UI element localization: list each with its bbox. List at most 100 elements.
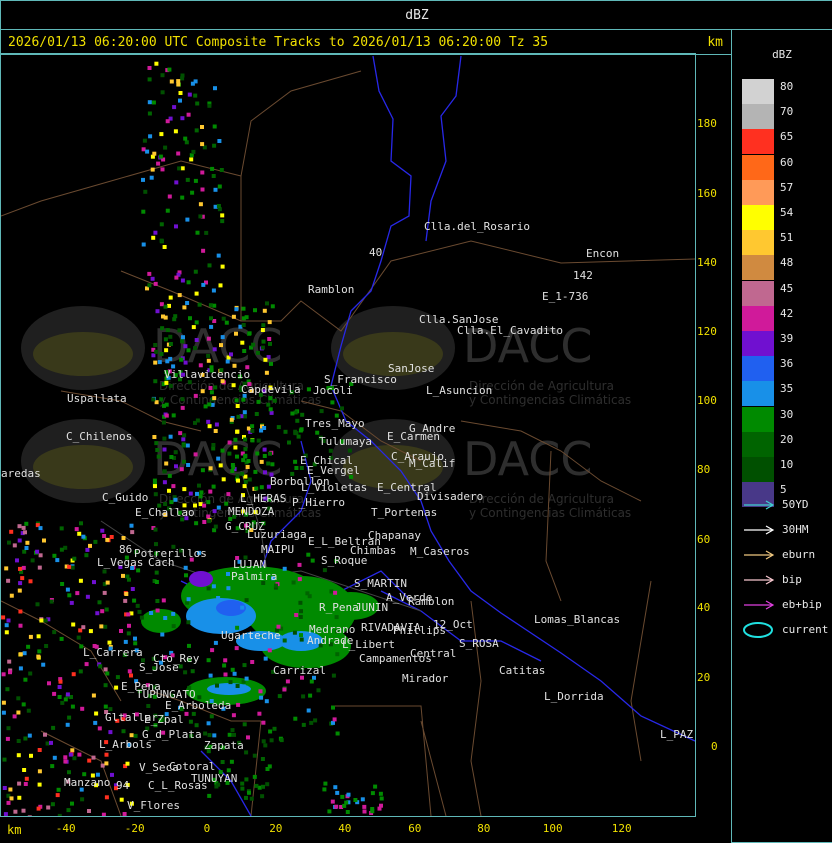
- place-label: E_1-736: [542, 290, 588, 303]
- map-header: 2026/01/13 06:20:00 UTC Composite Tracks…: [0, 29, 732, 55]
- place-label: Ugarteche: [221, 629, 281, 642]
- track-arrow-icon: [744, 500, 775, 510]
- legend-level-label: 39: [780, 332, 794, 345]
- place-label: E_Zpal: [144, 713, 184, 726]
- legend-swatch: [742, 154, 774, 180]
- legend-swatch: [742, 381, 774, 407]
- place-label: M_Calif: [409, 457, 455, 470]
- legend-level-label: 42: [780, 306, 794, 320]
- y-tick-label: 20: [697, 671, 711, 684]
- place-label: C_Chilenos: [66, 430, 132, 443]
- legend-swatch: [742, 305, 774, 331]
- place-label: Central: [410, 647, 456, 660]
- place-label: L_Libert: [342, 638, 395, 651]
- place-label: E_Challao: [135, 506, 195, 519]
- legend-level-label: 36: [780, 357, 794, 371]
- radar-map[interactable]: DACC Dirección de Agricultura y Contingenc…: [0, 53, 696, 817]
- place-label: V_Flores: [127, 799, 180, 812]
- place-label: E_Arboleda: [165, 699, 231, 712]
- legend-level-label: 10: [780, 458, 794, 471]
- place-label: E_Carmen: [387, 430, 440, 443]
- place-label: L_Dorrida: [544, 690, 604, 703]
- place-label: Uspallata: [67, 392, 127, 405]
- y-tick-label: 180: [697, 117, 717, 130]
- track-arrow-icon: [744, 600, 775, 610]
- legend-track-label: bip: [782, 573, 802, 586]
- track-arrow-icon: [744, 550, 775, 560]
- place-label: P_Hierro: [292, 496, 345, 509]
- place-label: Palmira: [231, 570, 277, 583]
- place-label: Capdevila: [241, 383, 301, 396]
- y-tick-label: 80: [697, 463, 711, 476]
- place-label: L_Vegas: [97, 556, 143, 569]
- track-arrow-icon: [744, 575, 775, 585]
- watermark-line2: y Contingencias Climáticas: [469, 393, 631, 407]
- legend-swatch: [742, 129, 774, 155]
- legend-swatch: [742, 179, 774, 205]
- place-label: Lomas_Blancas: [534, 613, 620, 626]
- place-label: L_Violetas: [301, 481, 367, 494]
- legend-swatch: [742, 79, 774, 104]
- legend-track-label: eburn: [782, 548, 816, 561]
- place-label: T_Portenas: [371, 506, 437, 519]
- place-label: L_Carrera: [83, 646, 143, 659]
- top-title-bar: dBZ: [0, 0, 832, 30]
- place-label: C_L_Rosas: [148, 779, 208, 792]
- place-label: Zapata: [204, 739, 244, 752]
- legend-level-label: 35: [780, 382, 794, 396]
- legend-level-label: 60: [780, 155, 794, 169]
- place-label: Clla.del_Rosario: [424, 220, 530, 233]
- y-tick-label: 60: [697, 533, 711, 546]
- place-label: MENDOZA: [228, 505, 275, 518]
- x-tick-label: 100: [542, 822, 563, 835]
- place-label: L_Asuncion: [426, 384, 492, 397]
- legend-level-label: 80: [780, 80, 794, 93]
- x-tick-label: 20: [269, 822, 283, 835]
- legend-level-label: 65: [780, 130, 794, 144]
- place-label: L_PAZ: [660, 728, 693, 741]
- legend-swatch: [742, 331, 774, 356]
- place-label: L_HERAS: [240, 492, 286, 505]
- place-label: Divisadero: [417, 490, 483, 503]
- y-tick-label: 0: [711, 740, 718, 753]
- place-label: SanJose: [388, 362, 434, 375]
- legend-swatch: [742, 104, 774, 130]
- place-label: JUNIN: [355, 601, 388, 614]
- legend-level-label: 45: [780, 281, 794, 295]
- place-label: 94: [116, 779, 130, 792]
- place-label: S_ROSA: [459, 637, 499, 650]
- place-label: Ramblon: [408, 595, 454, 608]
- x-tick-label: -40: [55, 822, 76, 835]
- legend-swatch: [742, 431, 774, 457]
- place-label: S_MARTIN: [354, 577, 407, 590]
- map-header-text: 2026/01/13 06:20:00 UTC Composite Tracks…: [8, 35, 549, 50]
- place-label: Carrizal: [273, 664, 326, 677]
- radar-map-canvas[interactable]: DACCDirección de Agriculturay Contingenc…: [1, 54, 695, 816]
- place-label: 86: [119, 543, 132, 556]
- legend-unit: dBZ: [772, 48, 792, 61]
- place-label: Mirador: [402, 672, 449, 685]
- watermark-line2: y Contingencias Climáticas: [469, 506, 631, 520]
- place-label: MAIPU: [261, 543, 294, 556]
- legend-level-label: 57: [780, 180, 794, 194]
- legend-level-label: 70: [780, 105, 794, 119]
- legend-track-label: current: [782, 623, 829, 636]
- y-tick-label: 100: [697, 394, 717, 407]
- place-label: aredas: [1, 467, 41, 480]
- y-tick-label: 140: [697, 256, 717, 269]
- place-label: S_Roque: [321, 554, 367, 567]
- place-label: M_Caseros: [410, 545, 470, 558]
- x-tick-label: 40: [338, 822, 352, 835]
- legend-track-label: 30HM: [782, 523, 809, 536]
- y-tick-label: 120: [697, 325, 717, 338]
- legend-level-label: 20: [780, 432, 794, 446]
- place-label: 142: [573, 269, 593, 282]
- legend-level-label: 30: [780, 407, 794, 421]
- legend-level-label: 48: [780, 256, 794, 270]
- watermark-brand: DACC: [463, 432, 593, 486]
- place-label: R_Pena: [319, 601, 359, 614]
- legend-swatch: [742, 356, 774, 382]
- legend-track-label: 50YD: [782, 498, 809, 511]
- x-tick-label: 60: [408, 822, 422, 835]
- legend-panel: dBZ 80 70 65 60 57 54 51 48 45 42 39 36 35 30 20 10 5 50…: [731, 29, 832, 843]
